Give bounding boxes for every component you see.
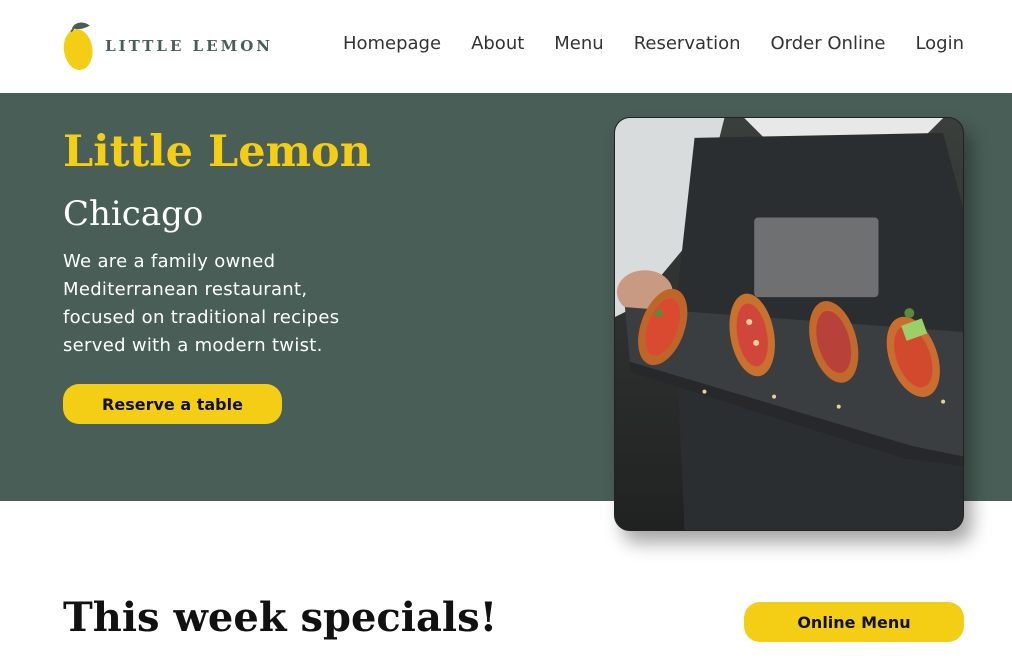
hero-photo — [615, 118, 963, 530]
nav-order-online[interactable]: Order Online — [771, 33, 886, 54]
online-menu-button[interactable]: Online Menu — [744, 602, 964, 642]
hero-description: We are a family owned Mediterranean rest… — [63, 251, 340, 356]
hero-subtitle: Chicago — [63, 194, 204, 234]
nav-login[interactable]: Login — [915, 33, 964, 54]
lemon-icon — [63, 22, 93, 70]
reserve-table-button[interactable]: Reserve a table — [63, 384, 282, 424]
hero-image — [614, 117, 964, 531]
main-nav: Homepage About Menu Reservation Order On… — [343, 33, 964, 54]
nav-reservation[interactable]: Reservation — [634, 33, 741, 54]
hero-title: Little Lemon — [63, 127, 371, 177]
logo[interactable]: LITTLE LEMON — [63, 17, 273, 75]
site-header: LITTLE LEMON Homepage About Menu Reserva… — [0, 0, 1012, 93]
specials-title: This week specials! — [63, 594, 498, 641]
nav-menu[interactable]: Menu — [554, 33, 603, 54]
nav-about[interactable]: About — [471, 33, 524, 54]
logo-text: LITTLE LEMON — [105, 37, 273, 55]
nav-homepage[interactable]: Homepage — [343, 33, 441, 54]
